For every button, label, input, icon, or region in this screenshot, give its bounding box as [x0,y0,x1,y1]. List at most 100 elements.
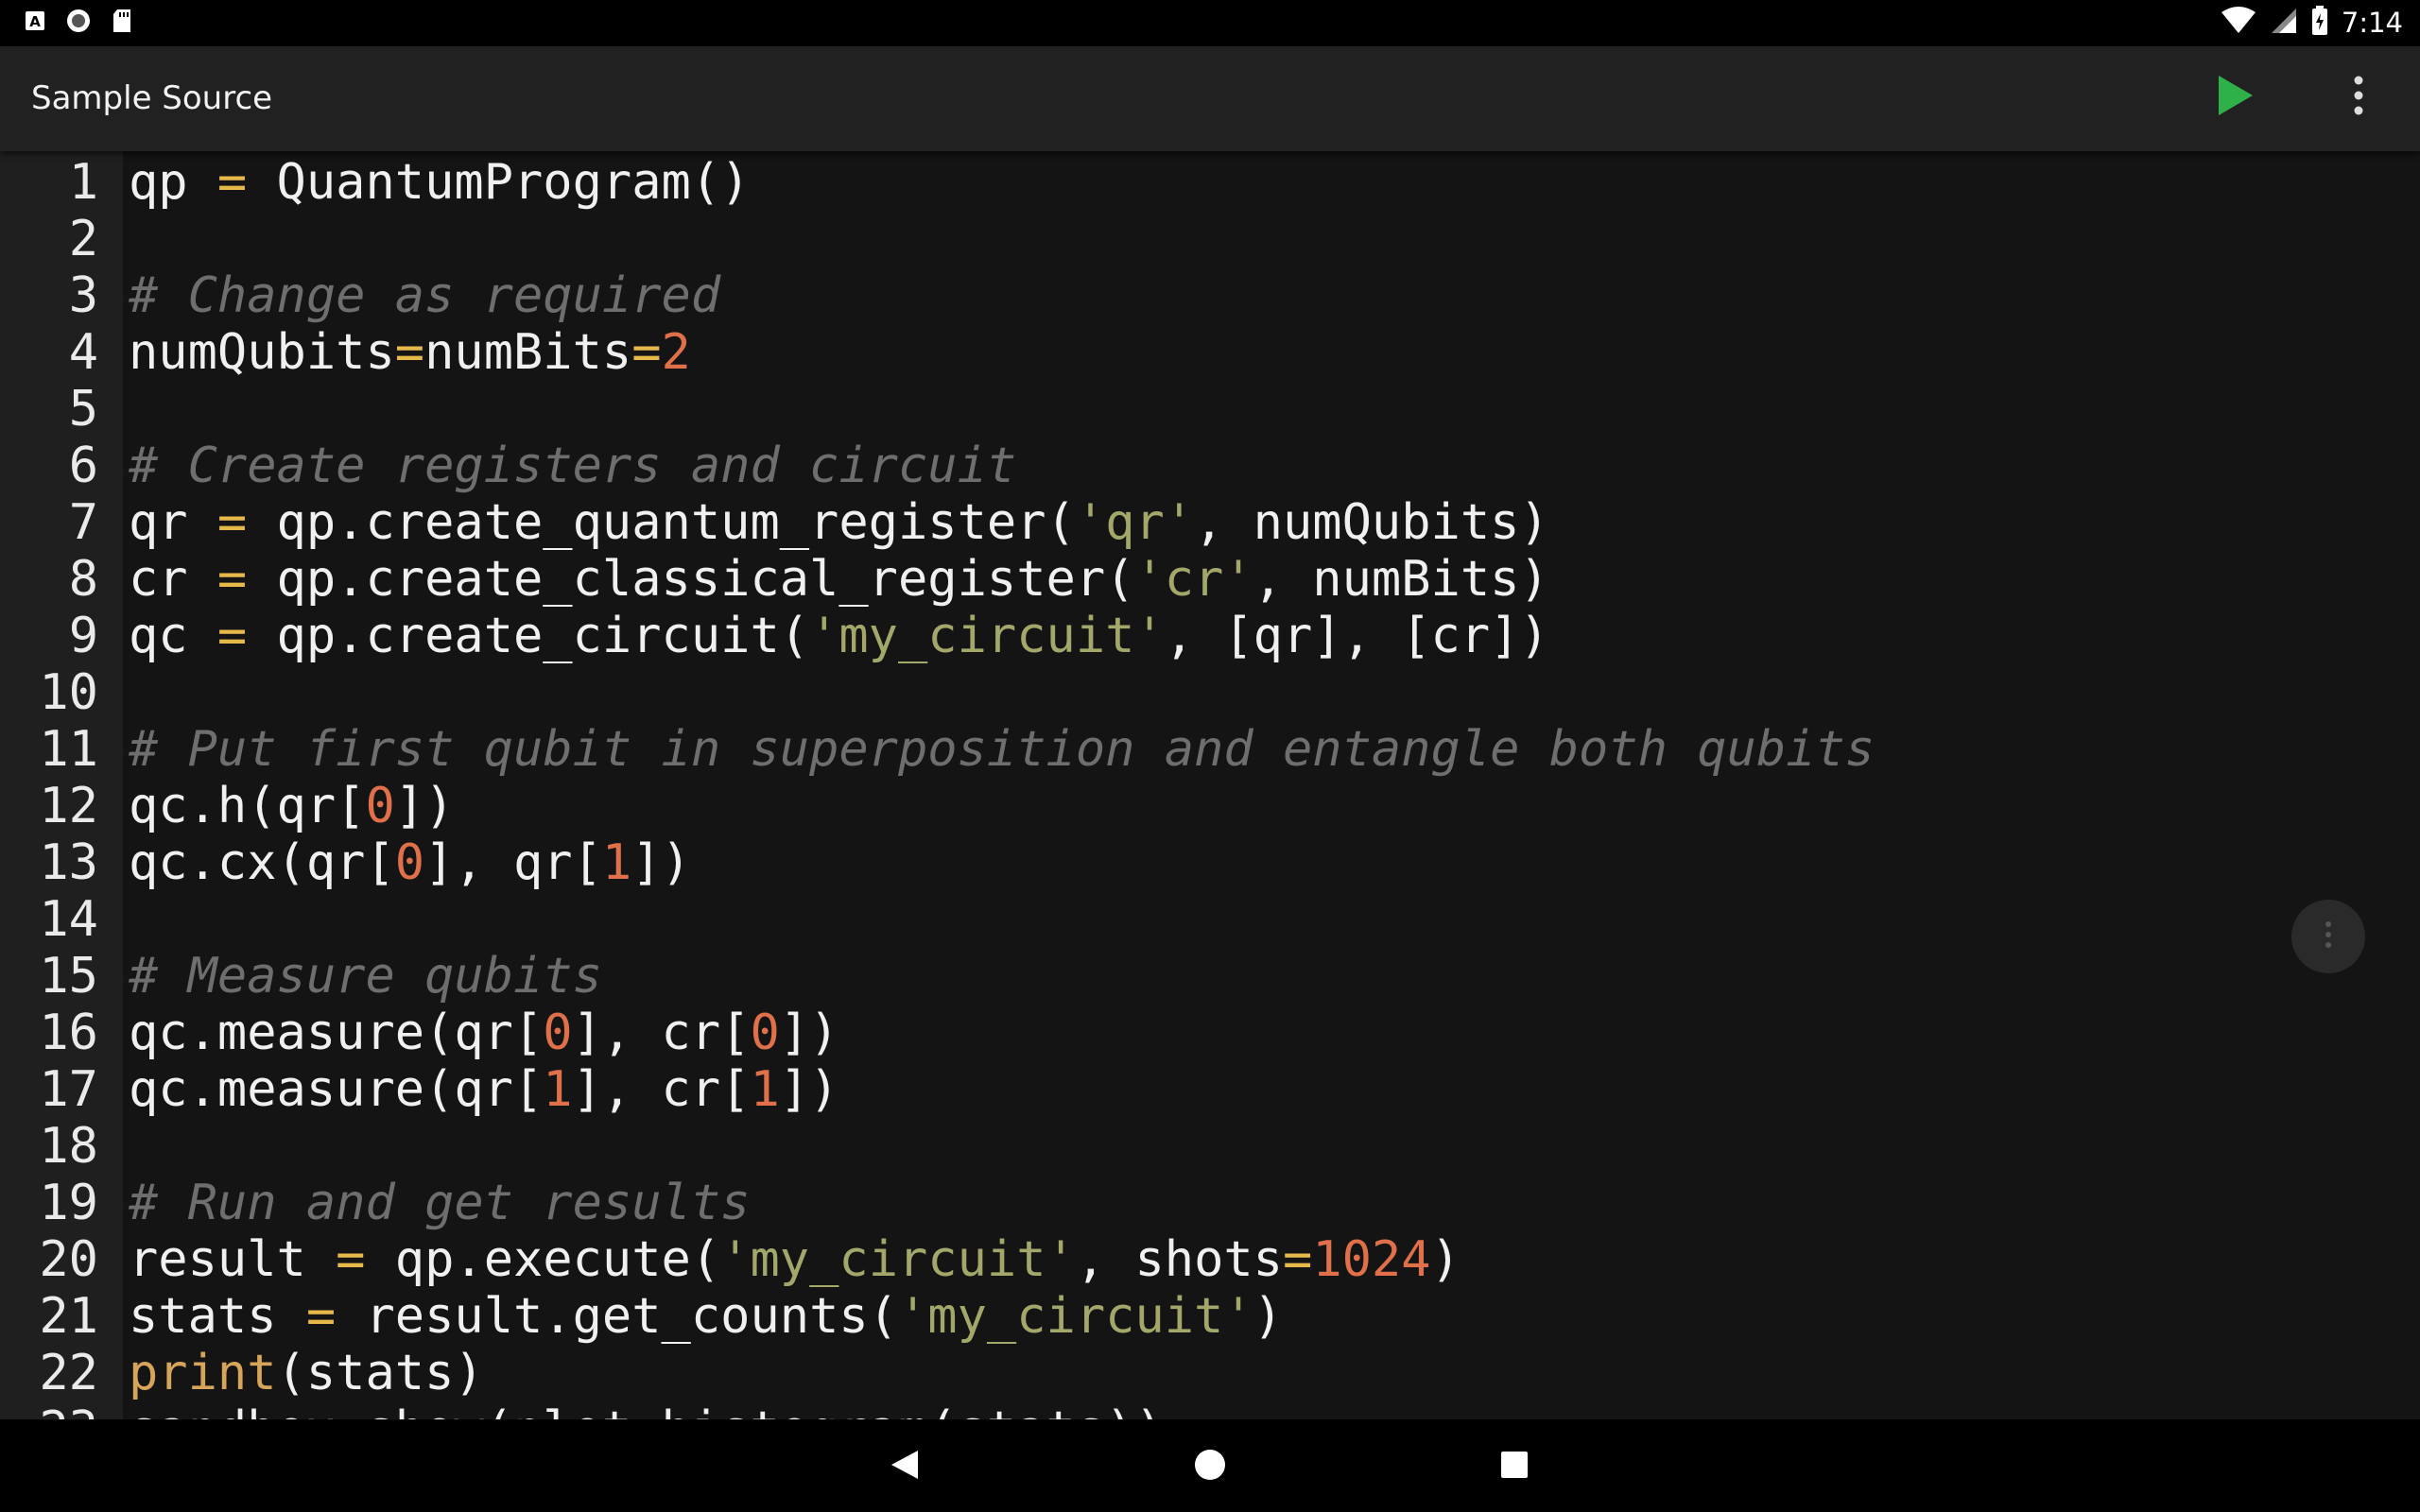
code-token: ], qr[ [424,834,602,891]
app-title: Sample Source [31,79,273,117]
home-circle-icon [1193,1448,1227,1486]
line-number: 7 [68,494,98,551]
code-op: = [216,551,248,608]
line-number: 16 [39,1005,98,1061]
code-token: , numBits) [1253,551,1549,608]
code-op: = [216,608,248,664]
cellular-signal-icon [2270,7,2298,39]
record-circle-icon [66,9,91,37]
navigation-bar [0,1419,2420,1512]
line-number: 12 [39,778,98,834]
code-token: ]) [779,1061,839,1118]
code-token: QuantumProgram() [247,154,751,211]
svg-text:A: A [29,13,41,30]
battery-icon [2311,6,2328,40]
line-number: 8 [68,551,98,608]
floating-menu-button[interactable] [2291,900,2365,973]
run-button[interactable] [2203,71,2269,124]
line-number: 1 [68,154,98,211]
line-number: 9 [68,608,98,664]
code-string: 'my_circuit' [897,1288,1253,1345]
line-number: 18 [39,1118,98,1175]
line-number: 19 [39,1175,98,1231]
code-token: ]) [631,834,691,891]
code-token: , [qr], [cr]) [1164,608,1549,664]
code-text: sandbox.show(plot_histogram(stats)) [129,1401,1165,1419]
code-op: = [216,154,248,211]
line-number: 23 [0,1401,98,1419]
code-token: ) [1253,1288,1283,1345]
code-token: qp.create_quantum_register( [247,494,1076,551]
code-string: 'qr' [1075,494,1195,551]
line-number: 6 [68,438,98,494]
code-number: 1024 [1312,1231,1431,1288]
code-token: result.get_counts( [336,1288,898,1345]
code-token: ]) [779,1005,839,1061]
code-number: 1 [601,834,632,891]
code-string: 'my_circuit' [809,608,1165,664]
sd-card-icon [112,9,132,37]
code-token: qp [129,154,217,211]
line-number: 2 [68,211,98,267]
code-number: 1 [750,1061,780,1118]
line-number: 21 [39,1288,98,1345]
code-token: qp.create_classical_register( [247,551,1135,608]
line-number: 17 [39,1061,98,1118]
code-token: ], cr[ [572,1005,751,1061]
accessibility-a-icon: A [25,10,45,35]
code-token: ], cr[ [572,1061,751,1118]
code-text: # Create registers and circuit [129,438,1016,494]
code-comment: # Run and get results [129,1175,751,1231]
code-text: qc.h(qr[0]) [129,778,454,834]
code-token: , numQubits) [1194,494,1549,551]
nav-home-button[interactable] [1184,1440,1236,1493]
line-number: 20 [39,1231,98,1288]
status-left-icons: A [25,9,132,37]
recents-square-icon [1499,1450,1530,1484]
code-token: (stats) [276,1345,484,1401]
status-bar: A 7:14 [0,0,2420,46]
code-comment: # Create registers and circuit [129,438,1017,494]
code-token: numBits [424,324,632,381]
code-op: = [394,324,425,381]
code-op: = [631,324,662,381]
nav-recents-button[interactable] [1488,1440,1541,1493]
code-token: qc.cx(qr[ [129,834,395,891]
line-number: 4 [68,324,98,381]
code-token: qc [129,608,217,664]
code-token: qc.measure(qr[ [129,1061,544,1118]
code-text: # Change as required [129,267,720,324]
code-token: ]) [394,778,455,834]
line-number: 14 [39,891,98,948]
overflow-menu-button[interactable] [2335,71,2382,124]
line-number: 10 [39,664,98,721]
code-string: 'cr' [1134,551,1253,608]
code-text: qc = qp.create_circuit('my_circuit', [qr… [129,608,1549,664]
code-op: = [305,1288,337,1345]
code-number: 0 [543,1005,573,1061]
code-number: 2 [661,324,691,381]
app-bar: Sample Source [0,46,2420,151]
line-number: 22 [39,1345,98,1401]
code-token: stats [129,1288,306,1345]
code-text: # Measure qubits [129,948,602,1005]
code-text: # Run and get results [129,1175,750,1231]
code-op: = [336,1231,366,1288]
code-text: qc.cx(qr[0], qr[1]) [129,834,691,891]
code-editor[interactable]: 1 qp = QuantumProgram() 2 3 # Change as requ… [0,151,2420,1419]
code-comment: # Put first qubit in superposition and e… [129,721,1876,778]
status-right-icons: 7:14 [2221,6,2403,40]
code-text: cr = qp.create_classical_register('cr', … [129,551,1549,608]
line-number: 15 [39,948,98,1005]
code-token: qr [129,494,217,551]
code-text: qc.measure(qr[1], cr[1]) [129,1061,838,1118]
code-token: qc.h(qr[ [129,778,366,834]
line-number: 3 [68,267,98,324]
code-text: qp = QuantumProgram() [129,154,750,211]
nav-back-button[interactable] [878,1440,931,1493]
status-clock: 7:14 [2341,7,2403,39]
code-token: qp.execute( [365,1231,721,1288]
line-number: 11 [39,721,98,778]
more-vert-icon [2325,920,2332,953]
back-triangle-icon [890,1449,920,1485]
